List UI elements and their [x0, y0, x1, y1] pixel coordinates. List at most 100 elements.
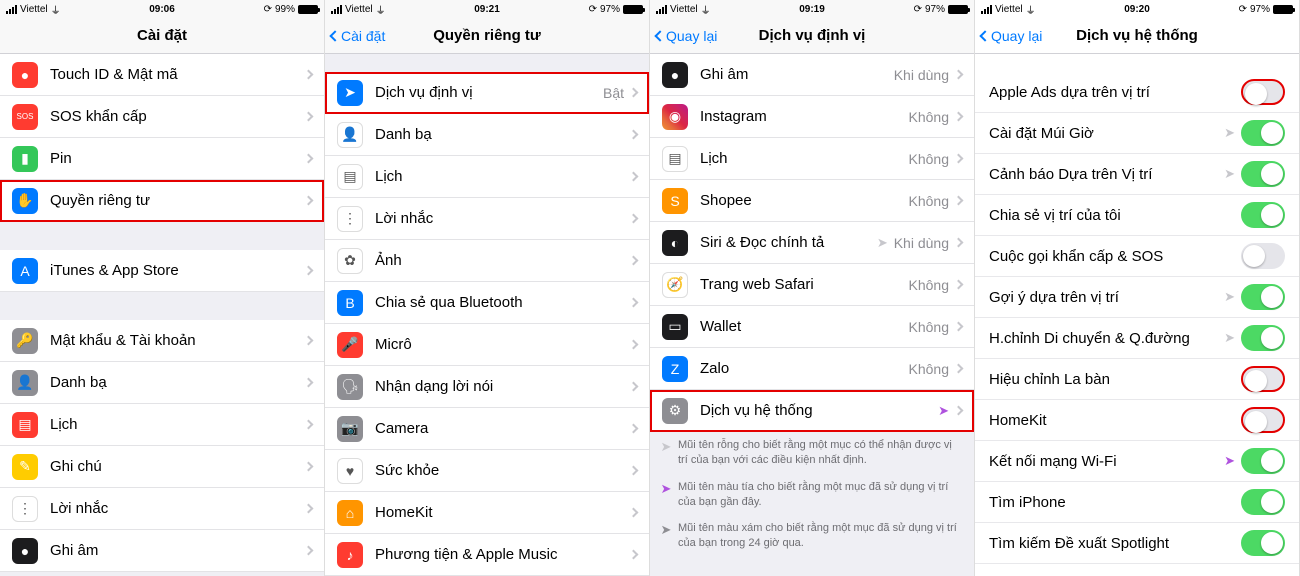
- row-passwords[interactable]: 🔑Mật khẩu & Tài khoản: [0, 320, 324, 362]
- row-wifi-net: Kết nối mạng Wi-Fi➤: [975, 441, 1299, 482]
- nav-title: Cài đặt: [137, 27, 187, 44]
- panel-location-services: Viettel ⏚ 09:19 ⟳ 97% Quay lại Dịch vụ đ…: [650, 0, 975, 576]
- toggle-knob: [1261, 532, 1283, 554]
- row-reminders[interactable]: ⋮Lời nhắc: [0, 488, 324, 530]
- row-sos[interactable]: SOSSOS khẩn cấp: [0, 96, 324, 138]
- toggle-compass-cal[interactable]: [1241, 366, 1285, 392]
- row-health[interactable]: ♥Sức khỏe: [325, 450, 649, 492]
- battery-icon: [948, 5, 968, 14]
- location-arrow-icon: ➤: [661, 438, 672, 456]
- microphone-icon: 🎤: [337, 332, 363, 358]
- row-voicememos[interactable]: ●Ghi âm: [0, 530, 324, 572]
- toggle-motion-cal[interactable]: [1241, 325, 1285, 351]
- toggle-apple-ads[interactable]: [1241, 79, 1285, 105]
- location-arrow-icon: ➤: [1224, 330, 1235, 346]
- row-contacts[interactable]: 👤Danh bạ: [325, 114, 649, 156]
- location-arrow-icon: ➤: [877, 235, 888, 251]
- chevron-right-icon: [304, 462, 314, 472]
- row-siri[interactable]: ◐Siri & Đọc chính tả➤Khi dùng: [650, 222, 974, 264]
- status-time: 09:19: [799, 4, 825, 15]
- toggle-homekit[interactable]: [1241, 407, 1285, 433]
- health-icon: ♥: [337, 458, 363, 484]
- chevron-right-icon: [629, 172, 639, 182]
- nav-back[interactable]: Quay lại: [656, 28, 717, 44]
- contacts-icon: 👤: [337, 122, 363, 148]
- row-label: iTunes & App Store: [50, 262, 305, 279]
- row-microphone[interactable]: 🎤Micrô: [325, 324, 649, 366]
- status-bar: Viettel ⏚ 09:19 ⟳ 97%: [650, 0, 974, 18]
- row-battery[interactable]: ▮Pin: [0, 138, 324, 180]
- row-wallet[interactable]: ▭WalletKhông: [650, 306, 974, 348]
- signal-icon: [331, 5, 342, 14]
- row-share-loc: Chia sẻ vị trí của tôi: [975, 195, 1299, 236]
- toggle-share-loc[interactable]: [1241, 202, 1285, 228]
- nav-bar: Quay lại Dịch vụ định vị: [650, 18, 974, 54]
- row-calendar[interactable]: ▤Lịch: [325, 156, 649, 198]
- row-privacy[interactable]: ✋Quyền riêng tư: [0, 180, 324, 222]
- wifi-icon: ⏚: [1026, 2, 1036, 17]
- row-safari[interactable]: 🧭Trang web SafariKhông: [650, 264, 974, 306]
- toggle-emergency[interactable]: [1241, 243, 1285, 269]
- toggle-spotlight-sug[interactable]: [1241, 530, 1285, 556]
- wifi-icon: ⏚: [376, 2, 386, 17]
- passwords-icon: 🔑: [12, 328, 38, 354]
- chevron-right-icon: [629, 256, 639, 266]
- toggle-find-iphone[interactable]: [1241, 489, 1285, 515]
- row-location[interactable]: ➤Dịch vụ định vịBật: [325, 72, 649, 114]
- chevron-right-icon: [304, 196, 314, 206]
- toggle-wifi-net[interactable]: [1241, 448, 1285, 474]
- row-voicememos[interactable]: ●Ghi âmKhi dùng: [650, 54, 974, 96]
- nav-back[interactable]: Cài đặt: [331, 28, 385, 44]
- row-instagram[interactable]: ◉InstagramKhông: [650, 96, 974, 138]
- row-photos[interactable]: ✿Ảnh: [325, 240, 649, 282]
- wifi-icon: ⏚: [51, 2, 61, 17]
- battery-icon: [623, 5, 643, 14]
- row-homekit[interactable]: ⌂HomeKit: [325, 492, 649, 534]
- row-label: Lịch: [50, 416, 305, 433]
- voicememos-icon: ●: [12, 538, 38, 564]
- chevron-right-icon: [629, 88, 639, 98]
- carrier: Viettel: [345, 4, 373, 15]
- calendar-icon: ▤: [662, 146, 688, 172]
- toggle-timezone[interactable]: [1241, 120, 1285, 146]
- chevron-right-icon: [629, 214, 639, 224]
- row-calendar[interactable]: ▤Lịch: [0, 404, 324, 446]
- battery-icon: ▮: [12, 146, 38, 172]
- nav-back[interactable]: Quay lại: [981, 28, 1042, 44]
- chevron-right-icon: [304, 336, 314, 346]
- row-label: Gợi ý dựa trên vị trí: [989, 289, 1224, 306]
- toggle-loc-suggest[interactable]: [1241, 284, 1285, 310]
- row-label: Lời nhắc: [375, 210, 630, 227]
- toggle-knob: [1261, 450, 1283, 472]
- row-label: Cài đặt Múi Giờ: [989, 125, 1224, 142]
- row-speech[interactable]: 🗣Nhận dạng lời nói: [325, 366, 649, 408]
- row-calendar[interactable]: ▤LịchKhông: [650, 138, 974, 180]
- nav-bar: Quay lại Dịch vụ hệ thống: [975, 18, 1299, 54]
- row-appstore[interactable]: AiTunes & App Store: [0, 250, 324, 292]
- row-camera[interactable]: 📷Camera: [325, 408, 649, 450]
- footer-note: ➤Mũi tên rỗng cho biết rằng một mục có t…: [650, 432, 974, 474]
- footer-note: ➤Mũi tên màu tía cho biết rằng một mục đ…: [650, 474, 974, 516]
- chevron-right-icon: [954, 322, 964, 332]
- chevron-right-icon: [629, 424, 639, 434]
- row-media[interactable]: ♪Phương tiện & Apple Music: [325, 534, 649, 576]
- row-touchid[interactable]: ●Touch ID & Mật mã: [0, 54, 324, 96]
- toggle-loc-alerts[interactable]: [1241, 161, 1285, 187]
- carrier: Viettel: [670, 4, 698, 15]
- speech-icon: 🗣: [337, 374, 363, 400]
- row-notes[interactable]: ✎Ghi chú: [0, 446, 324, 488]
- row-bluetooth[interactable]: BChia sẻ qua Bluetooth: [325, 282, 649, 324]
- row-value: Khi dùng: [894, 235, 949, 251]
- chevron-right-icon: [629, 130, 639, 140]
- chevron-right-icon: [954, 364, 964, 374]
- note-text: Mũi tên màu xám cho biết rằng một mục đã…: [678, 521, 962, 551]
- row-system[interactable]: ⚙Dịch vụ hệ thống➤: [650, 390, 974, 432]
- row-label: Cảnh báo Dựa trên Vị trí: [989, 166, 1224, 183]
- row-contacts[interactable]: 👤Danh bạ: [0, 362, 324, 404]
- row-zalo[interactable]: ZZaloKhông: [650, 348, 974, 390]
- row-find-iphone: Tìm iPhone: [975, 482, 1299, 523]
- row-shopee[interactable]: SShopeeKhông: [650, 180, 974, 222]
- row-reminders[interactable]: ⋮Lời nhắc: [325, 198, 649, 240]
- row-apple-ads: Apple Ads dựa trên vị trí: [975, 72, 1299, 113]
- chevron-right-icon: [629, 466, 639, 476]
